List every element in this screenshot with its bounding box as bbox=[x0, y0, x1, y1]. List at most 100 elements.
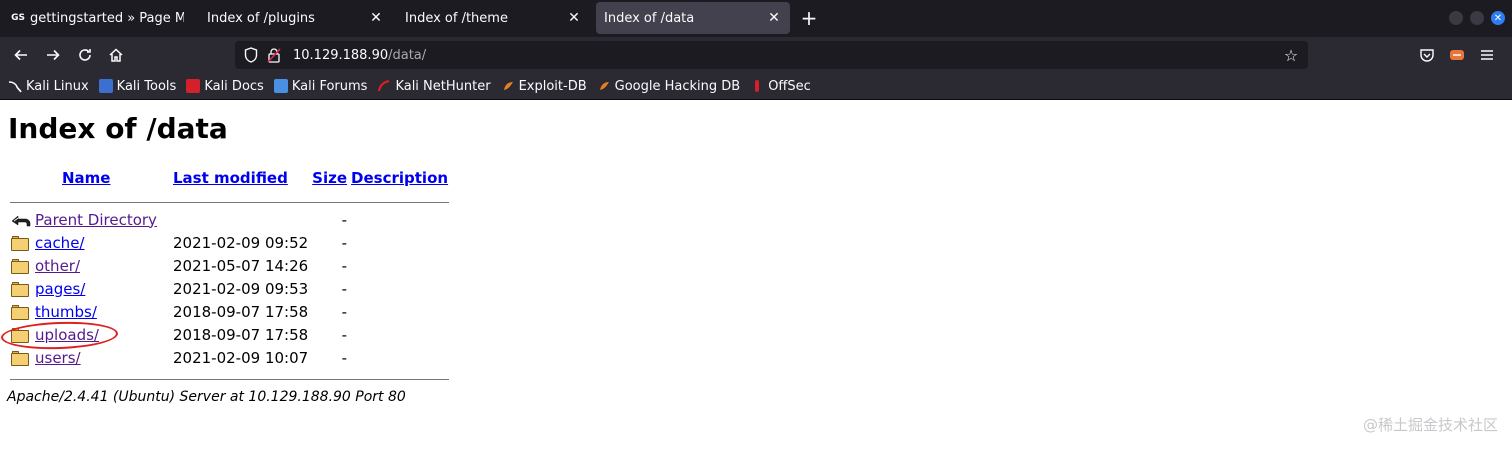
tab-plugins[interactable]: Index of /plugins ✕ bbox=[196, 2, 392, 34]
parent-directory-back-icon bbox=[11, 215, 31, 227]
server-signature: Apache/2.4.41 (Ubuntu) Server at 10.129.… bbox=[7, 389, 406, 405]
size-cell: - bbox=[341, 348, 348, 367]
separator-row bbox=[10, 191, 450, 207]
bookmark-kali-nethunter[interactable]: Kali NetHunter bbox=[377, 78, 491, 94]
navigation-toolbar: 10.129.188.90/data/ ☆ bbox=[0, 37, 1512, 73]
bookmark-star-icon[interactable]: ☆ bbox=[1282, 46, 1300, 65]
sort-by-description-link[interactable]: Description bbox=[351, 169, 448, 187]
home-icon bbox=[109, 48, 123, 62]
url-path: /data/ bbox=[388, 47, 427, 63]
directory-link-thumbs[interactable]: thumbs/ bbox=[35, 303, 97, 321]
bookmark-label: Kali Linux bbox=[26, 78, 89, 94]
size-cell: - bbox=[341, 279, 348, 298]
extension-button[interactable] bbox=[1444, 42, 1470, 68]
minimize-window-button[interactable] bbox=[1449, 11, 1463, 25]
table-header-row: Name Last modified Size Description bbox=[10, 167, 449, 189]
description-column-header: Description bbox=[350, 167, 449, 189]
table-row: thumbs/ 2018-09-07 17:58 - bbox=[10, 301, 449, 322]
folder-icon bbox=[11, 350, 29, 366]
bookmark-kali-docs[interactable]: Kali Docs bbox=[186, 79, 264, 94]
directory-link-users[interactable]: users/ bbox=[35, 349, 81, 367]
page-title: Index of /data bbox=[8, 112, 228, 145]
directory-link-cache[interactable]: cache/ bbox=[35, 234, 84, 252]
table-row: other/ 2021-05-07 14:26 - bbox=[10, 255, 449, 276]
url-text[interactable]: 10.129.188.90/data/ bbox=[293, 48, 426, 63]
foxyproxy-icon bbox=[1450, 50, 1464, 60]
kali-forums-icon bbox=[273, 79, 288, 93]
exploit-db-icon bbox=[501, 79, 515, 93]
tab-title: gettingstarted » Page Ma bbox=[30, 10, 184, 26]
parent-directory-link[interactable]: Parent Directory bbox=[35, 211, 157, 229]
tracking-protection-shield-icon[interactable] bbox=[243, 47, 259, 63]
back-button[interactable] bbox=[8, 42, 34, 68]
forward-button[interactable] bbox=[40, 42, 66, 68]
tab-data[interactable]: Index of /data ✕ bbox=[596, 2, 790, 34]
table-row: pages/ 2021-02-09 09:53 - bbox=[10, 278, 449, 299]
size-cell: - bbox=[341, 233, 348, 252]
sort-by-name-link[interactable]: Name bbox=[62, 169, 110, 187]
close-tab-icon[interactable]: ✕ bbox=[566, 10, 582, 26]
table-row: Parent Directory - bbox=[10, 209, 449, 230]
close-tab-icon[interactable]: ✕ bbox=[368, 10, 384, 26]
kali-tools-icon bbox=[98, 79, 113, 93]
url-bar[interactable]: 10.129.188.90/data/ ☆ bbox=[235, 41, 1308, 69]
table-row: uploads/ 2018-09-07 17:58 - bbox=[10, 324, 449, 345]
size-column-header: Size bbox=[311, 167, 348, 189]
pocket-button[interactable] bbox=[1414, 42, 1440, 68]
bookmark-label: Google Hacking DB bbox=[614, 78, 741, 94]
bookmark-label: Kali Forums bbox=[291, 78, 368, 94]
modified-cell: 2018-09-07 17:58 bbox=[173, 325, 309, 344]
directory-link-uploads[interactable]: uploads/ bbox=[35, 326, 99, 344]
bookmark-kali-linux[interactable]: Kali Linux bbox=[8, 79, 89, 94]
name-column-header: Name bbox=[34, 167, 170, 189]
tab-theme[interactable]: Index of /theme ✕ bbox=[394, 2, 590, 34]
bookmark-label: Kali Tools bbox=[116, 78, 177, 94]
bookmarks-toolbar: Kali Linux Kali Tools Kali Docs Kali For… bbox=[0, 73, 1512, 100]
close-tab-icon[interactable]: ✕ bbox=[766, 10, 782, 26]
folder-icon bbox=[11, 281, 29, 297]
last-modified-column-header: Last modified bbox=[172, 167, 309, 189]
horizontal-rule bbox=[10, 201, 450, 203]
directory-link-other[interactable]: other/ bbox=[35, 257, 80, 275]
table-row: cache/ 2021-02-09 09:52 - bbox=[10, 232, 449, 253]
hamburger-menu-icon bbox=[1481, 50, 1493, 60]
kali-docs-icon bbox=[186, 79, 201, 93]
home-button[interactable] bbox=[103, 42, 129, 68]
bookmark-kali-forums[interactable]: Kali Forums bbox=[273, 78, 368, 94]
url-host: 10.129.188.90 bbox=[293, 47, 389, 63]
modified-cell: 2021-02-09 10:07 bbox=[173, 348, 309, 367]
app-menu-button[interactable] bbox=[1474, 42, 1500, 68]
offsec-icon bbox=[750, 79, 764, 93]
sort-by-size-link[interactable]: Size bbox=[312, 169, 347, 187]
icon-column-header bbox=[10, 167, 32, 189]
directory-link-pages[interactable]: pages/ bbox=[35, 280, 85, 298]
size-cell: - bbox=[341, 210, 348, 229]
kali-nethunter-icon bbox=[377, 79, 391, 93]
insecure-lock-icon[interactable] bbox=[267, 47, 281, 63]
bookmark-offsec[interactable]: OffSec bbox=[750, 79, 811, 94]
bookmark-kali-tools[interactable]: Kali Tools bbox=[98, 78, 177, 94]
tab-title: Index of /theme bbox=[405, 10, 508, 26]
size-cell: - bbox=[341, 256, 348, 275]
tab-title: Index of /data bbox=[604, 10, 695, 26]
close-window-button[interactable]: ✕ bbox=[1491, 11, 1505, 25]
modified-cell: 2021-02-09 09:53 bbox=[173, 279, 309, 298]
separator-row bbox=[10, 370, 450, 384]
bookmark-label: OffSec bbox=[768, 78, 811, 94]
horizontal-rule bbox=[10, 379, 450, 380]
bookmark-exploit-db[interactable]: Exploit-DB bbox=[501, 79, 587, 94]
modified-cell: 2021-05-07 14:26 bbox=[173, 256, 309, 275]
size-cell: - bbox=[341, 302, 348, 321]
new-tab-button[interactable]: + bbox=[797, 6, 821, 30]
arrow-right-icon bbox=[47, 49, 60, 61]
bookmark-label: Kali NetHunter bbox=[395, 78, 491, 94]
folder-icon bbox=[11, 327, 29, 343]
bookmark-google-hacking-db[interactable]: Google Hacking DB bbox=[597, 78, 741, 94]
maximize-window-button[interactable] bbox=[1470, 11, 1484, 25]
sort-by-modified-link[interactable]: Last modified bbox=[173, 169, 288, 187]
bookmark-label: Exploit-DB bbox=[518, 78, 587, 94]
reload-icon bbox=[79, 49, 91, 61]
reload-button[interactable] bbox=[72, 42, 98, 68]
tab-gettingstarted[interactable]: GS gettingstarted » Page Ma bbox=[2, 2, 192, 34]
arrow-left-icon bbox=[14, 49, 27, 61]
